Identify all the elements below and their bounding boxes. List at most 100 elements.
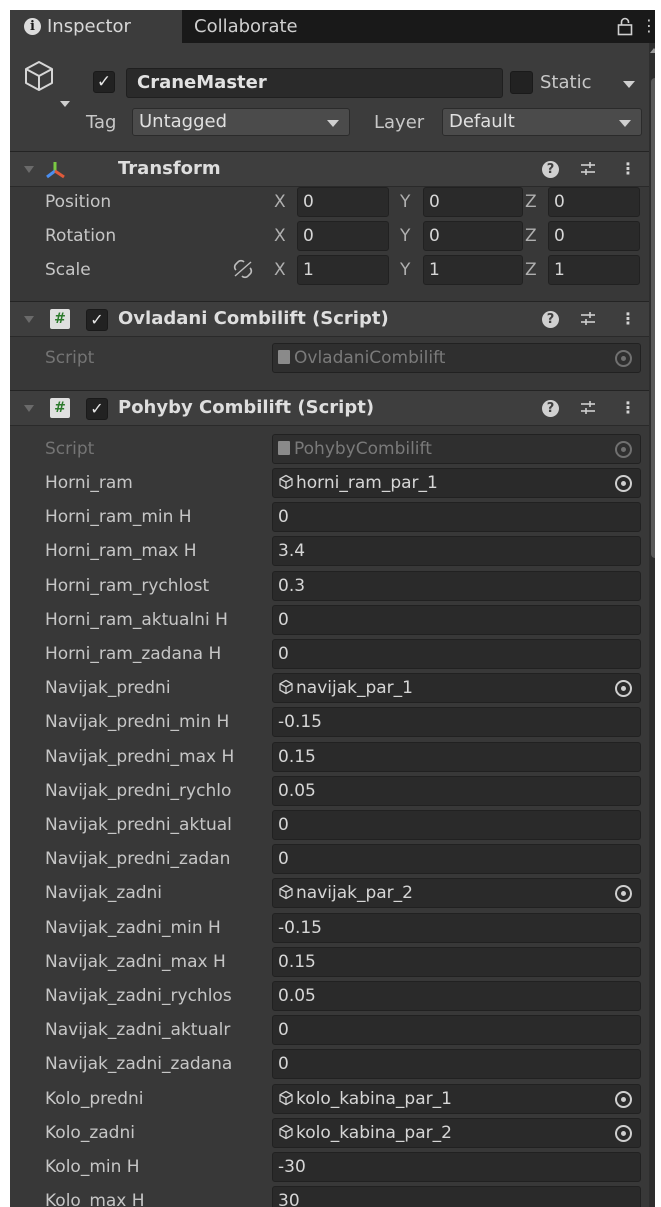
axis-x-label[interactable]: X bbox=[274, 221, 286, 251]
object-picker-icon[interactable] bbox=[615, 475, 632, 492]
cube-icon bbox=[279, 884, 293, 900]
number-field[interactable]: 0.3 bbox=[272, 571, 641, 601]
component-enabled-checkbox[interactable]: ✓ bbox=[86, 398, 108, 420]
axis-y-label[interactable]: Y bbox=[400, 187, 410, 217]
icon-dropdown-arrow[interactable] bbox=[60, 101, 70, 107]
number-field[interactable]: 3.4 bbox=[272, 536, 641, 566]
tab-collaborate[interactable]: Collaborate bbox=[182, 10, 332, 43]
axis-x-label[interactable]: X bbox=[274, 187, 286, 217]
tag-value: Untagged bbox=[139, 111, 228, 132]
transform-title: Transform bbox=[118, 158, 221, 179]
cube-icon bbox=[279, 474, 293, 490]
object-reference-field[interactable]: horni_ram_par_1 bbox=[272, 468, 641, 498]
number-field[interactable]: 0 bbox=[272, 810, 641, 840]
number-field[interactable]: 0 bbox=[272, 502, 641, 532]
number-field[interactable]: -0.15 bbox=[272, 913, 641, 943]
pohyby-combilift-title: Pohyby Combilift (Script) bbox=[118, 397, 375, 418]
number-field[interactable]: -30 bbox=[272, 1152, 641, 1182]
scroll-up-arrow[interactable] bbox=[650, 48, 655, 53]
number-field[interactable]: 30 bbox=[272, 1186, 641, 1207]
tab-inspector[interactable]: i Inspector bbox=[10, 10, 182, 43]
pohyby-script-field: PohybyCombilift bbox=[272, 434, 641, 464]
property-label: Navijak_zadni_max H bbox=[45, 952, 226, 972]
tab-collaborate-label: Collaborate bbox=[194, 16, 298, 37]
help-icon[interactable]: ? bbox=[542, 311, 559, 328]
number-field[interactable]: 0 bbox=[272, 639, 641, 669]
number-field[interactable]: 0.05 bbox=[272, 776, 641, 806]
number-field[interactable]: 0.15 bbox=[272, 947, 641, 977]
axis-z-label[interactable]: Z bbox=[525, 221, 537, 251]
axis-z-label[interactable]: Z bbox=[525, 187, 537, 217]
property-label: Navijak_zadni_rychlos bbox=[45, 986, 232, 1006]
scale-y-field[interactable]: 1 bbox=[423, 255, 523, 285]
rotation-y-field[interactable]: 0 bbox=[423, 221, 523, 251]
unlink-icon[interactable] bbox=[232, 259, 254, 279]
property-label: Navijak_predni_rychlo bbox=[45, 781, 232, 801]
rotation-x-field[interactable]: 0 bbox=[297, 221, 389, 251]
rotation-z-field[interactable]: 0 bbox=[548, 221, 640, 251]
object-picker-icon bbox=[615, 441, 632, 458]
presets-icon[interactable] bbox=[579, 160, 597, 178]
component-menu-icon[interactable]: ⋮ bbox=[620, 398, 636, 418]
ovladani-combilift-header[interactable]: # ✓ Ovladani Combilift (Script) ? ⋮ bbox=[10, 301, 649, 337]
axis-y-label[interactable]: Y bbox=[400, 255, 410, 285]
static-checkbox[interactable] bbox=[510, 71, 533, 94]
object-picker-icon[interactable] bbox=[615, 680, 632, 697]
axis-y-label[interactable]: Y bbox=[400, 221, 410, 251]
object-picker-icon[interactable] bbox=[615, 885, 632, 902]
axis-x-label[interactable]: X bbox=[274, 255, 286, 285]
inspector-window: i Inspector Collaborate ⋮ ✓ CraneMaster … bbox=[10, 10, 655, 1207]
static-dropdown-arrow[interactable] bbox=[623, 81, 635, 88]
number-field[interactable]: 0 bbox=[272, 1049, 641, 1079]
number-field[interactable]: 0 bbox=[272, 605, 641, 635]
more-options-icon[interactable]: ⋮ bbox=[641, 16, 655, 36]
number-field[interactable]: 0.15 bbox=[272, 742, 641, 772]
position-x-field[interactable]: 0 bbox=[297, 187, 389, 217]
property-label: Kolo_predni bbox=[45, 1089, 144, 1109]
object-reference-field[interactable]: navijak_par_1 bbox=[272, 673, 641, 703]
number-field[interactable]: 0 bbox=[272, 1015, 641, 1045]
object-reference-field[interactable]: kolo_kabina_par_1 bbox=[272, 1084, 641, 1114]
axis-z-label[interactable]: Z bbox=[525, 255, 537, 285]
position-y-field[interactable]: 0 bbox=[423, 187, 523, 217]
number-field[interactable]: 0 bbox=[272, 844, 641, 874]
presets-icon[interactable] bbox=[579, 399, 597, 417]
property-label: Navijak_predni_max H bbox=[45, 747, 235, 767]
active-checkbox[interactable]: ✓ bbox=[93, 71, 115, 93]
object-picker-icon[interactable] bbox=[615, 1091, 632, 1108]
chevron-down-icon bbox=[619, 120, 631, 127]
foldout-arrow-icon[interactable] bbox=[24, 316, 34, 323]
scale-x-field[interactable]: 1 bbox=[297, 255, 389, 285]
scrollbar-thumb[interactable] bbox=[651, 78, 655, 558]
foldout-arrow-icon[interactable] bbox=[24, 166, 34, 173]
component-enabled-checkbox[interactable]: ✓ bbox=[86, 309, 108, 331]
object-picker-icon bbox=[615, 350, 632, 367]
component-menu-icon[interactable]: ⋮ bbox=[620, 159, 636, 179]
component-menu-icon[interactable]: ⋮ bbox=[620, 309, 636, 329]
transform-header[interactable]: Transform ? ⋮ bbox=[10, 151, 649, 187]
foldout-arrow-icon[interactable] bbox=[24, 405, 34, 412]
object-picker-icon[interactable] bbox=[615, 1125, 632, 1142]
help-icon[interactable]: ? bbox=[542, 400, 559, 417]
help-icon[interactable]: ? bbox=[542, 161, 559, 178]
cube-icon bbox=[279, 1124, 293, 1140]
number-field[interactable]: -0.15 bbox=[272, 707, 641, 737]
property-label: Kolo_min H bbox=[45, 1157, 140, 1177]
cube-icon[interactable] bbox=[22, 59, 56, 93]
cube-icon bbox=[279, 679, 293, 695]
pohyby-combilift-header[interactable]: # ✓ Pohyby Combilift (Script) ? ⋮ bbox=[10, 390, 649, 426]
property-label: Kolo_max H bbox=[45, 1191, 145, 1207]
position-z-field[interactable]: 0 bbox=[548, 187, 640, 217]
layer-dropdown[interactable]: Default bbox=[442, 108, 642, 136]
tag-dropdown[interactable]: Untagged bbox=[132, 108, 350, 136]
presets-icon[interactable] bbox=[579, 310, 597, 328]
script-icon: # bbox=[50, 398, 70, 418]
gameobject-name-field[interactable]: CraneMaster bbox=[126, 68, 503, 98]
lock-icon[interactable] bbox=[617, 17, 633, 36]
number-field[interactable]: 0.05 bbox=[272, 981, 641, 1011]
ovladani-script-field: OvladaniCombilift bbox=[272, 343, 641, 373]
scale-z-field[interactable]: 1 bbox=[548, 255, 640, 285]
object-reference-field[interactable]: kolo_kabina_par_2 bbox=[272, 1118, 641, 1148]
object-reference-field[interactable]: navijak_par_2 bbox=[272, 878, 641, 908]
static-label: Static bbox=[540, 72, 592, 93]
